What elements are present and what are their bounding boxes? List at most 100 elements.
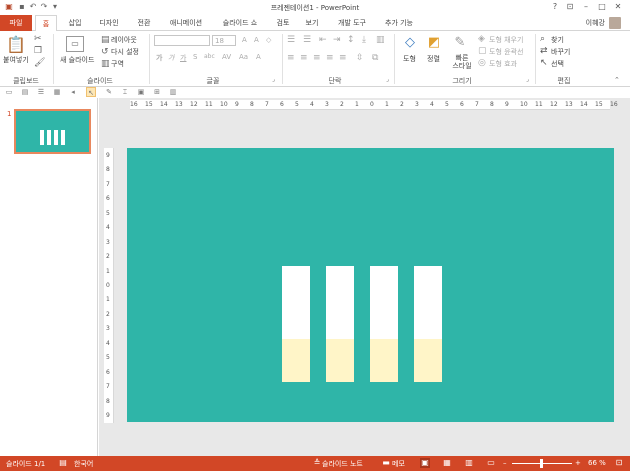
font-size-combo[interactable]: 18 <box>212 35 236 46</box>
tab-design[interactable]: 디자인 <box>93 15 125 31</box>
columns-icon[interactable]: ▥ <box>376 35 385 45</box>
tab-file[interactable]: 파일 <box>0 15 32 31</box>
tool-icon[interactable]: ▥ <box>168 87 178 97</box>
slide-canvas[interactable] <box>127 148 614 422</box>
grid-icon[interactable]: ▦ <box>52 87 62 97</box>
normal-view-icon[interactable]: ▭ <box>4 87 14 97</box>
zoom-level[interactable]: 66 % <box>588 459 606 467</box>
tab-developer[interactable]: 개발 도구 <box>330 15 374 31</box>
spacing-button[interactable]: AV <box>222 53 231 61</box>
list-icon[interactable]: ☰ <box>36 87 46 97</box>
slide-bar[interactable] <box>326 266 354 382</box>
replace-button[interactable]: 바꾸기 <box>551 47 570 57</box>
tab-slide-show[interactable]: 슬라이드 쇼 <box>214 15 266 31</box>
slide-show-icon[interactable]: ▭ <box>486 458 496 468</box>
arrange-icon[interactable]: ◩ <box>425 35 443 51</box>
section-button[interactable]: 구역 <box>111 59 124 69</box>
layout-button[interactable]: 레이아웃 <box>111 35 137 45</box>
shapes-button[interactable]: 도형 <box>403 54 416 64</box>
new-slide-icon[interactable]: ▭ <box>66 36 84 52</box>
distribute-icon[interactable]: ≡ <box>339 53 347 63</box>
tab-home[interactable]: 홈 <box>35 15 57 32</box>
bullets-icon[interactable]: ☰ <box>287 35 295 45</box>
align-right-icon[interactable]: ≡ <box>313 53 321 63</box>
copy-icon[interactable]: ❐ <box>34 46 42 56</box>
find-button[interactable]: 찾기 <box>551 35 564 45</box>
pointer-icon[interactable]: ↖ <box>86 87 96 97</box>
slide-bar[interactable] <box>282 266 310 382</box>
tool-icon[interactable]: ⌶ <box>120 87 130 97</box>
select-icon[interactable]: ↖ <box>540 58 548 68</box>
minimize-button[interactable]: – <box>579 1 593 13</box>
font-dialog-launcher-icon[interactable]: ⌟ <box>272 75 275 85</box>
align-text-icon[interactable]: ⇳ <box>356 53 364 63</box>
tab-view[interactable]: 보기 <box>299 15 325 31</box>
layout-icon[interactable]: ▤ <box>101 35 110 45</box>
drawing-dialog-launcher-icon[interactable]: ⌟ <box>526 75 529 85</box>
shadow-button[interactable]: S <box>193 53 197 61</box>
format-painter-icon[interactable]: 🖌 <box>34 58 45 68</box>
outline-view-icon[interactable]: ▤ <box>20 87 30 97</box>
decrease-indent-icon[interactable]: ⇤ <box>319 35 327 45</box>
line-spacing-icon[interactable]: ↕ <box>347 35 355 45</box>
tab-add-ins[interactable]: 추가 기능 <box>379 15 419 31</box>
help-button[interactable]: ? <box>548 1 562 13</box>
reset-button[interactable]: 다시 설정 <box>111 47 139 57</box>
quick-styles-button[interactable]: 빠른 스타일 <box>452 54 472 70</box>
strike-button[interactable]: abc <box>204 53 215 60</box>
new-slide-button[interactable]: 새 슬라이드 <box>60 55 94 65</box>
normal-view-icon[interactable]: ▣ <box>420 458 430 468</box>
collapse-ribbon-icon[interactable]: ⌃ <box>614 75 620 85</box>
numbering-icon[interactable]: ☰ <box>303 35 311 45</box>
text-direction-icon[interactable]: ⤓ <box>362 35 366 45</box>
slide-thumbnail[interactable] <box>14 109 91 154</box>
ribbon-display-icon[interactable]: ⊡ <box>563 1 577 13</box>
change-case-button[interactable]: Aa <box>239 53 248 61</box>
tool-icon[interactable]: ✎ <box>104 87 114 97</box>
tab-animations[interactable]: 애니메이션 <box>163 15 209 31</box>
slide-count[interactable]: 슬라이드 1/1 <box>6 459 45 469</box>
paragraph-dialog-launcher-icon[interactable]: ⌟ <box>386 75 389 85</box>
justify-icon[interactable]: ≡ <box>326 53 334 63</box>
find-icon[interactable]: ⌕ <box>540 34 545 44</box>
shape-outline-icon[interactable]: ▢ <box>478 46 487 56</box>
avatar[interactable] <box>609 17 621 29</box>
close-button[interactable]: ✕ <box>611 1 625 13</box>
tool-icon[interactable]: ▣ <box>136 87 146 97</box>
vertical-ruler[interactable]: 9 8 7 6 5 4 3 2 1 0 1 2 3 4 5 6 7 8 9 <box>104 148 114 423</box>
notes-icon[interactable]: ≙ <box>312 458 322 468</box>
notes-button[interactable]: 슬라이드 노트 <box>322 459 363 469</box>
underline-button[interactable]: 가 <box>180 53 186 63</box>
smartart-icon[interactable]: ⧉ <box>372 53 378 63</box>
zoom-slider-handle[interactable] <box>540 459 543 468</box>
font-color-button[interactable]: A <box>256 53 261 61</box>
cut-icon[interactable]: ✂ <box>34 34 42 44</box>
quick-styles-icon[interactable]: ✎ <box>451 35 469 51</box>
arrange-button[interactable]: 정렬 <box>427 54 440 64</box>
slide-bar[interactable] <box>370 266 398 382</box>
paste-icon[interactable]: 📋 <box>6 36 26 54</box>
clear-format-icon[interactable]: ◇ <box>266 36 271 44</box>
reading-view-icon[interactable]: ▥ <box>464 458 474 468</box>
zoom-in-button[interactable]: + <box>575 459 581 467</box>
section-icon[interactable]: ▥ <box>101 59 110 69</box>
shape-effects-button[interactable]: 도형 효과 <box>489 59 517 69</box>
font-name-combo[interactable] <box>154 35 210 46</box>
shapes-icon[interactable]: ◇ <box>401 35 419 51</box>
shrink-font-button[interactable]: A <box>254 36 259 44</box>
comments-button[interactable]: 메모 <box>392 459 405 469</box>
shape-outline-button[interactable]: 도형 윤곽선 <box>489 47 523 57</box>
spell-check-icon[interactable]: ▤ <box>58 458 68 468</box>
audio-icon[interactable]: ◂ <box>68 87 78 97</box>
restore-button[interactable]: □ <box>595 1 609 13</box>
slide-sorter-icon[interactable]: ▦ <box>442 458 452 468</box>
align-left-icon[interactable]: ≡ <box>287 53 295 63</box>
tab-insert[interactable]: 삽입 <box>62 15 88 31</box>
tab-review[interactable]: 검토 <box>270 15 296 31</box>
zoom-out-button[interactable]: – <box>503 459 507 467</box>
tool-icon[interactable]: ⊞ <box>152 87 162 97</box>
select-button[interactable]: 선택 <box>551 59 564 69</box>
reset-icon[interactable]: ↺ <box>101 47 109 57</box>
increase-indent-icon[interactable]: ⇥ <box>333 35 341 45</box>
horizontal-ruler[interactable]: 16 15 14 13 12 11 10 9 8 7 6 5 4 3 2 1 0 1 2 3 4 5 6 7 8 9 10 11 12 1… <box>130 100 618 110</box>
